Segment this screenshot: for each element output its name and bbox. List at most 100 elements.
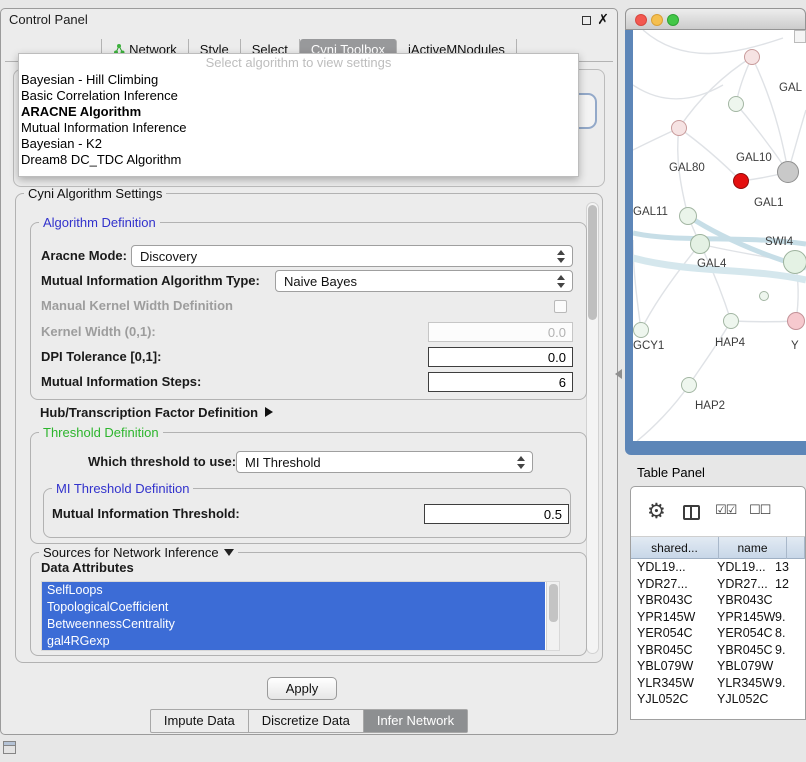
network-node[interactable] — [633, 322, 649, 338]
hub-definition-toggle[interactable]: Hub/Transcription Factor Definition — [40, 402, 273, 424]
cell: YBR043C — [713, 592, 775, 609]
network-node[interactable] — [681, 377, 697, 393]
table-row[interactable]: YPR145WYPR145W9. — [631, 609, 805, 626]
mi-threshold-field[interactable]: 0.5 — [424, 504, 569, 524]
network-node[interactable] — [744, 49, 760, 65]
cell: 13 — [775, 559, 805, 576]
network-node-highlighted[interactable] — [733, 173, 749, 189]
dropdown-item[interactable]: Bayesian - Hill Climbing — [19, 72, 578, 88]
attribute-item-selected[interactable]: TopologicalCoefficient — [42, 599, 545, 616]
tab-infer-network[interactable]: Infer Network — [363, 710, 467, 732]
aracne-mode-combo[interactable]: Discovery — [131, 245, 573, 267]
hub-definition-label: Hub/Transcription Factor Definition — [40, 405, 258, 420]
network-node[interactable] — [690, 234, 710, 254]
cell: YBL079W — [631, 658, 713, 675]
node-label: SWI4 — [765, 236, 793, 248]
network-node[interactable] — [671, 120, 687, 136]
network-canvas[interactable]: GAL80 GAL GAL10 GAL11 GAL1 SWI4 GAL4 GCY… — [633, 30, 806, 441]
table-row[interactable]: YLR345WYLR345W9. — [631, 675, 805, 692]
settings-scrollbar[interactable] — [586, 202, 599, 654]
float-window-icon[interactable] — [582, 16, 591, 25]
table-row[interactable]: YDL19...YDL19...13 — [631, 559, 805, 576]
node-label: Y — [791, 340, 799, 352]
table-row[interactable]: YER054CYER054C8. — [631, 625, 805, 642]
table-toolbar: ⚙ ☑☑ ☐☐ — [631, 487, 805, 537]
network-frame: GAL80 GAL GAL10 GAL11 GAL1 SWI4 GAL4 GCY… — [625, 30, 806, 455]
network-node[interactable] — [759, 291, 769, 301]
field-value: 0.0 — [548, 325, 566, 340]
mi-type-combo[interactable]: Naive Bayes — [275, 270, 573, 292]
unchecked-box-icon: ☐ — [760, 502, 771, 517]
tab-discretize-data[interactable]: Discretize Data — [248, 710, 363, 732]
list-scrollbar[interactable] — [546, 582, 559, 650]
which-threshold-label: Which threshold to use: — [88, 451, 236, 473]
tab-impute-data[interactable]: Impute Data — [151, 710, 248, 732]
dpi-tolerance-label: DPI Tolerance [0,1]: — [41, 346, 161, 368]
network-view-window: GAL80 GAL GAL10 GAL11 GAL1 SWI4 GAL4 GCY… — [625, 8, 806, 455]
network-node[interactable] — [787, 312, 805, 330]
dropdown-item[interactable]: Dream8 DC_TDC Algorithm — [19, 152, 578, 168]
network-node[interactable] — [728, 96, 744, 112]
minimized-panel-icon[interactable] — [3, 741, 16, 754]
data-attributes-label: Data Attributes — [41, 557, 134, 579]
attribute-item-selected[interactable]: gal4RGexp — [42, 633, 545, 650]
network-node[interactable] — [783, 250, 806, 274]
chevron-down-icon — [224, 549, 234, 556]
cell: YLR345W — [713, 675, 775, 692]
dpi-tolerance-field[interactable]: 0.0 — [428, 347, 573, 367]
bottom-tab-bar: Impute Data Discretize Data Infer Networ… — [1, 709, 617, 733]
mi-steps-field[interactable]: 6 — [428, 372, 573, 392]
gear-icon[interactable]: ⚙ — [647, 499, 666, 524]
network-node[interactable] — [679, 207, 697, 225]
dropdown-item[interactable]: Basic Correlation Inference — [19, 88, 578, 104]
node-label: GCY1 — [633, 340, 664, 352]
table-row[interactable]: YBR045CYBR045C9. — [631, 642, 805, 659]
cell: 8. — [775, 625, 805, 642]
minimize-traffic-light-icon[interactable] — [651, 14, 663, 26]
cell: 12 — [775, 576, 805, 593]
apply-button[interactable]: Apply — [267, 677, 337, 700]
scrollbar-thumb[interactable] — [549, 584, 558, 622]
close-icon[interactable]: ✗ — [597, 11, 609, 28]
table-row[interactable]: YBR043CYBR043C — [631, 592, 805, 609]
network-node[interactable] — [723, 313, 739, 329]
column-header-name[interactable]: name — [719, 537, 787, 559]
dropdown-item[interactable]: Bayesian - K2 — [19, 136, 578, 152]
kernel-width-field[interactable]: 0.0 — [428, 322, 573, 342]
combo-arrows-icon — [557, 250, 565, 263]
dropdown-item[interactable]: Mutual Information Inference — [19, 120, 578, 136]
columns-icon[interactable] — [683, 505, 700, 520]
group-title: Cyni Algorithm Settings — [24, 186, 166, 201]
deselect-all-icon[interactable]: ☐☐ — [749, 502, 770, 518]
manual-kernel-checkbox[interactable] — [554, 300, 567, 313]
select-all-icon[interactable]: ☑☑ — [715, 502, 736, 518]
close-traffic-light-icon[interactable] — [635, 14, 647, 26]
panel-divider-collapse-icon[interactable] — [615, 369, 622, 379]
window-title: Control Panel — [9, 9, 88, 31]
zoom-traffic-light-icon[interactable] — [667, 14, 679, 26]
algorithm-definition-group: Algorithm Definition Aracne Mode: Discov… — [30, 222, 587, 400]
group-title: Threshold Definition — [39, 425, 163, 440]
attribute-item-selected[interactable]: SelfLoops — [42, 582, 545, 599]
dropdown-placeholder: Select algorithm to view settings — [19, 54, 578, 72]
which-threshold-combo[interactable]: MI Threshold — [236, 451, 533, 473]
network-node[interactable] — [777, 161, 799, 183]
table-row[interactable]: YJL052CYJL052C — [631, 691, 805, 708]
table-header-row: shared... name — [631, 537, 805, 559]
node-label: GAL — [779, 82, 802, 94]
attribute-item-selected[interactable]: BetweennessCentrality — [42, 616, 545, 633]
combo-arrows-icon — [557, 275, 565, 288]
cell: YJL052C — [631, 691, 713, 708]
scrollbar-thumb[interactable] — [588, 205, 597, 320]
table-row[interactable]: YBL079WYBL079W — [631, 658, 805, 675]
mi-type-label: Mutual Information Algorithm Type: — [41, 270, 260, 292]
mi-steps-label: Mutual Information Steps: — [41, 371, 201, 393]
column-header-cut[interactable] — [787, 537, 805, 559]
checked-box-icon: ☑ — [715, 502, 726, 517]
table-row[interactable]: YDR27...YDR27...12 — [631, 576, 805, 593]
column-header-shared-name[interactable]: shared... — [631, 537, 719, 559]
dropdown-item-selected[interactable]: ARACNE Algorithm — [19, 104, 578, 120]
canvas-corner-button[interactable] — [794, 30, 806, 43]
network-window-titlebar — [625, 8, 806, 30]
chevron-right-icon — [265, 407, 273, 417]
